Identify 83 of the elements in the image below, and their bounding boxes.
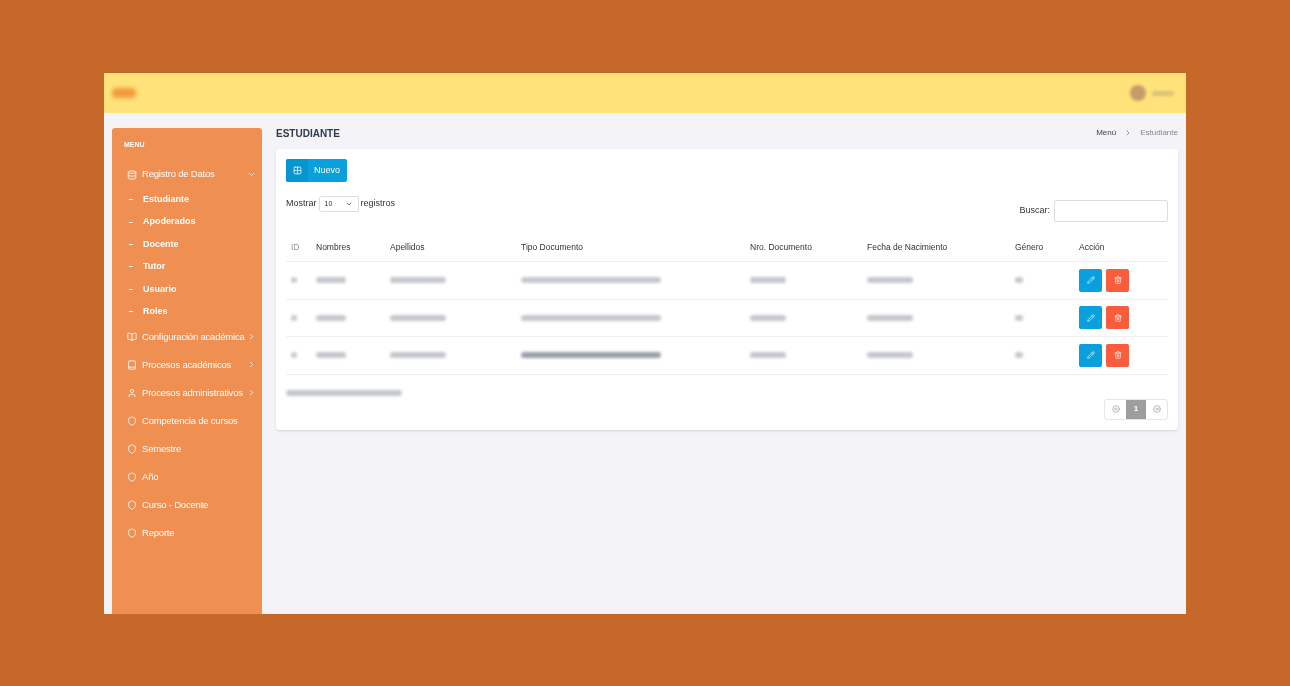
delete-button[interactable] (1106, 268, 1129, 292)
redacted-text-block (316, 314, 346, 321)
dash-icon (129, 311, 133, 313)
delete-button[interactable] (1106, 306, 1129, 330)
submenu-item[interactable]: Estudiante (143, 192, 189, 207)
redacted-text-block (1015, 277, 1023, 284)
database-icon (127, 169, 137, 180)
shield-icon (127, 499, 137, 510)
trash-icon (1113, 276, 1122, 285)
redacted-text-block (390, 314, 446, 321)
column-header: Acción (1079, 241, 1106, 254)
menu-item[interactable]: Curso - Docente (112, 490, 262, 519)
trash-icon (1113, 351, 1122, 360)
column-header: Tipo Documento (521, 241, 585, 254)
menu-item[interactable]: Reporte (112, 518, 262, 547)
edit-button[interactable] (1079, 343, 1102, 367)
dash-icon (129, 266, 133, 268)
previous-icon (1111, 405, 1120, 413)
breadcrumb-item[interactable]: Menú (1096, 127, 1117, 139)
column-header: Apellidos (390, 241, 426, 254)
pencil-icon (1086, 313, 1095, 322)
redacted-text-block (750, 277, 786, 284)
edit-button[interactable] (1079, 268, 1102, 292)
shield-icon (127, 415, 137, 426)
redacted-text-block (867, 277, 913, 284)
column-header: Nombres (316, 241, 352, 254)
menu-item[interactable]: Registro de Datos (112, 160, 262, 189)
menu-item[interactable]: Semestre (112, 434, 262, 463)
menu-item[interactable]: Configuración académica (112, 322, 262, 351)
redacted-text-block (867, 314, 913, 321)
column-header: Género (1015, 241, 1045, 254)
column-header: ID (290, 241, 301, 254)
redacted-text-block (390, 352, 446, 359)
book-icon (127, 359, 137, 370)
dash-icon (129, 199, 133, 201)
dash-icon (129, 243, 133, 245)
user-icon (127, 387, 137, 398)
menu-item[interactable]: Competencia de cursos (112, 406, 262, 435)
menu-item[interactable]: Procesos administrativos (112, 378, 262, 407)
submenu-item[interactable]: Usuario (143, 282, 177, 296)
delete-button[interactable] (1106, 343, 1129, 367)
redacted-text-block (390, 277, 446, 284)
submenu-item[interactable]: Docente (143, 237, 179, 252)
column-header: Nro. Documento (750, 241, 813, 254)
menu-item[interactable]: Año (112, 462, 262, 491)
search-label: Buscar: (1019, 204, 1050, 218)
redacted-text-block (750, 352, 786, 359)
show-label: Mostrar (286, 197, 317, 211)
submenu-item[interactable]: Tutor (143, 260, 166, 274)
trash-icon (1113, 313, 1122, 322)
search-field[interactable] (1054, 200, 1168, 222)
submenu-item[interactable]: Apoderados (143, 215, 196, 229)
redacted-text-block (1015, 314, 1023, 321)
page-button[interactable]: 1 (1126, 399, 1146, 419)
page-title: ESTUDIANTE (276, 126, 340, 141)
redacted-text-block (750, 314, 786, 321)
redacted-text-block (291, 314, 297, 321)
shield-icon (127, 471, 137, 482)
next-icon (1152, 405, 1161, 413)
shield-icon (127, 527, 137, 538)
column-header: Fecha de Nacimiento (867, 241, 949, 254)
dash-icon (129, 288, 133, 290)
redacted-text-block (316, 277, 346, 284)
chevron-down-icon (344, 200, 353, 208)
book-icon (127, 331, 137, 342)
edit-button[interactable] (1079, 306, 1102, 330)
redacted-text-block (316, 352, 346, 359)
pencil-icon (1086, 276, 1095, 285)
breadcrumb-item: Estudiante (1140, 127, 1178, 139)
menu-item[interactable]: Procesos académicos (112, 350, 262, 379)
redacted-text-block (291, 352, 297, 359)
shield-icon (127, 443, 137, 454)
user-name-block (1152, 90, 1174, 96)
grid-icon (292, 166, 302, 175)
submenu-item[interactable]: Roles (143, 304, 168, 319)
new-button[interactable]: Nuevo (286, 159, 347, 182)
records-label: registros (360, 197, 396, 211)
dash-icon (129, 221, 133, 223)
redacted-text-block (291, 277, 297, 284)
redacted-text-block (1015, 352, 1023, 359)
pencil-icon (1086, 351, 1095, 360)
avatar-icon[interactable] (1130, 85, 1146, 101)
redacted-text-block (867, 352, 913, 359)
